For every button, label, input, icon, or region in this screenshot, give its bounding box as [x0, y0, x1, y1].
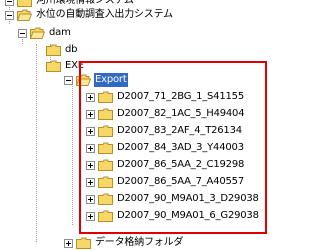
tree-node-label: db — [65, 44, 78, 55]
folder-icon — [98, 159, 113, 171]
folder-icon — [98, 108, 113, 120]
tree-node[interactable]: Export — [64, 73, 128, 87]
tree-node-label: D2007_86_5AA_2_C19298 — [117, 159, 245, 170]
tree-connector — [36, 44, 37, 242]
folder-icon — [46, 44, 61, 56]
tree-node[interactable]: D2007_86_5AA_7_A40557 — [86, 175, 245, 189]
tree-node-label: 水位の自動調査入出力システム — [36, 9, 173, 20]
collapse-icon[interactable] — [5, 10, 14, 20]
tree-node[interactable]: D2007_90_M9A01_6_G29038 — [86, 209, 260, 223]
expand-icon[interactable] — [86, 109, 95, 119]
tree-node[interactable]: EXE — [46, 59, 85, 73]
tree-node[interactable]: D2007_86_5AA_2_C19298 — [86, 158, 245, 172]
tree-node[interactable]: D2007_71_2BG_1_S41155 — [86, 90, 245, 104]
tree-node-label: D2007_86_5AA_7_A40557 — [117, 176, 245, 187]
folder-icon — [17, 0, 32, 7]
folder-icon — [98, 193, 113, 205]
tree-connector — [72, 78, 73, 225]
expand-icon[interactable] — [86, 194, 95, 204]
expand-icon[interactable] — [86, 143, 95, 153]
tree-node[interactable]: 水位の自動調査入出力システム — [5, 8, 174, 22]
tree-node-label: D2007_84_3AD_3_Y44003 — [117, 142, 244, 153]
tree-node[interactable]: dam — [18, 26, 72, 40]
tree-node[interactable]: D2007_83_2AF_4_T26134 — [86, 124, 243, 138]
tree-node[interactable]: 河川環境情報システム — [5, 0, 135, 8]
expand-icon[interactable] — [86, 211, 95, 221]
folder-icon — [76, 237, 91, 249]
folder-open-icon — [30, 27, 45, 39]
tree-node-label: D2007_83_2AF_4_T26134 — [117, 125, 242, 136]
collapse-icon[interactable] — [64, 75, 73, 85]
tree-node[interactable]: D2007_82_1AC_5_H49404 — [86, 107, 245, 121]
tree-node-label: 河川環境情報システム — [36, 0, 134, 6]
collapse-icon[interactable] — [18, 28, 27, 38]
expand-icon[interactable] — [86, 160, 95, 170]
tree-node-label: dam — [49, 27, 71, 38]
folder-icon — [98, 91, 113, 103]
collapse-icon[interactable] — [5, 0, 14, 6]
tree-node[interactable]: D2007_84_3AD_3_Y44003 — [86, 141, 245, 155]
folder-tree: 河川環境情報システム 水位の自動調査入出力システム dam db EXE Exp… — [0, 0, 293, 249]
expand-icon[interactable] — [64, 238, 73, 248]
tree-node-label: D2007_90_M9A01_6_G29038 — [117, 210, 259, 221]
tree-node[interactable]: D2007_90_M9A01_3_D29038 — [86, 192, 260, 206]
expand-icon[interactable] — [86, 92, 95, 102]
folder-icon — [98, 210, 113, 222]
folder-icon — [98, 142, 113, 154]
expand-icon[interactable] — [86, 126, 95, 136]
folder-icon — [98, 125, 113, 137]
folder-icon — [98, 176, 113, 188]
tree-node-label: D2007_71_2BG_1_S41155 — [117, 91, 244, 102]
folder-open-icon — [76, 74, 91, 86]
tree-node[interactable]: db — [46, 43, 78, 57]
tree-node-label: Export — [94, 73, 128, 87]
tree-node-label: D2007_90_M9A01_3_D29038 — [117, 193, 259, 204]
folder-icon — [46, 60, 61, 72]
folder-open-icon — [17, 9, 32, 21]
expand-icon[interactable] — [86, 177, 95, 187]
tree-node-label: D2007_82_1AC_5_H49404 — [117, 108, 245, 119]
tree-node-label: EXE — [65, 60, 84, 71]
